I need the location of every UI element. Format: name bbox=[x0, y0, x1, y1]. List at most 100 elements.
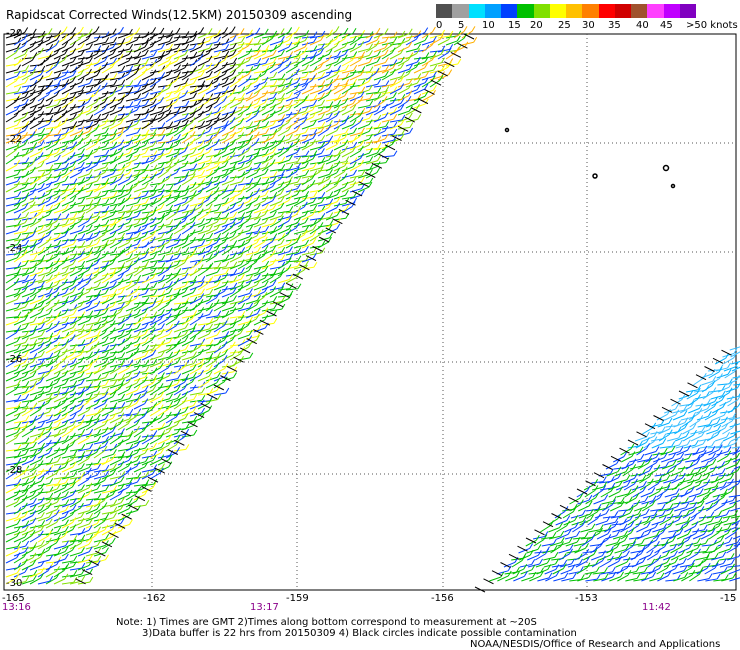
wind-barb bbox=[112, 350, 117, 357]
wind-barb bbox=[208, 70, 213, 77]
wind-barb bbox=[191, 222, 196, 228]
wind-barb bbox=[385, 121, 390, 127]
wind-barb bbox=[136, 153, 141, 160]
wind-barb bbox=[57, 478, 62, 485]
wind-barb bbox=[176, 27, 181, 34]
wind-barb bbox=[213, 59, 225, 67]
wind-barb bbox=[313, 36, 318, 43]
wind-barb bbox=[25, 401, 30, 408]
wind-barb bbox=[241, 155, 245, 161]
wind-barb bbox=[173, 216, 186, 221]
wind-barb bbox=[105, 372, 109, 378]
wind-barb bbox=[216, 70, 221, 77]
wind-barb bbox=[201, 288, 205, 294]
wind-barb bbox=[288, 134, 293, 140]
wind-barb bbox=[201, 394, 206, 401]
wind-barb bbox=[353, 127, 358, 134]
wind-barb bbox=[80, 161, 85, 168]
wind-barb bbox=[264, 203, 269, 210]
wind-barb bbox=[313, 99, 318, 106]
wind-barb bbox=[216, 112, 221, 119]
wind-barb bbox=[176, 134, 181, 140]
wind-barb bbox=[5, 115, 17, 123]
wind-barb bbox=[385, 57, 389, 63]
wind-barb bbox=[153, 50, 158, 57]
wind-barb bbox=[152, 98, 157, 105]
wind-barb bbox=[129, 101, 134, 107]
wind-barb bbox=[121, 65, 126, 72]
wind-barb bbox=[169, 351, 174, 358]
wind-barb bbox=[5, 100, 17, 109]
wind-barb bbox=[377, 50, 381, 56]
wind-barb bbox=[41, 330, 45, 336]
wind-barb bbox=[141, 332, 153, 340]
wind-barb bbox=[384, 133, 389, 140]
wind-barb bbox=[285, 66, 297, 74]
wind-barb bbox=[169, 219, 174, 225]
wind-barb bbox=[81, 197, 86, 204]
wind-barb bbox=[248, 111, 253, 118]
wind-barb bbox=[321, 30, 326, 37]
wind-barb bbox=[57, 72, 62, 78]
wind-barb bbox=[257, 246, 262, 253]
wind-barb bbox=[136, 244, 141, 250]
wind-barb bbox=[55, 292, 60, 298]
wind-barb bbox=[285, 73, 297, 81]
wind-barb bbox=[101, 276, 113, 284]
wind-barb bbox=[25, 157, 30, 163]
wind-barb bbox=[328, 154, 333, 161]
wind-barb bbox=[193, 429, 198, 436]
wind-barb bbox=[397, 100, 409, 109]
wind-barb bbox=[213, 345, 225, 354]
wind-barb bbox=[25, 393, 30, 400]
wind-barb bbox=[296, 189, 301, 195]
wind-barb bbox=[161, 129, 166, 135]
wind-barb bbox=[321, 71, 326, 78]
wind-barb bbox=[229, 65, 241, 74]
wind-barb bbox=[88, 224, 93, 231]
wind-barb bbox=[352, 28, 357, 34]
wind-barb bbox=[272, 104, 277, 110]
wind-barb bbox=[369, 100, 374, 106]
wind-barb bbox=[105, 379, 110, 386]
wind-barb bbox=[168, 420, 173, 426]
wind-barb bbox=[301, 178, 313, 186]
wind-barb bbox=[85, 346, 97, 354]
wind-barb bbox=[25, 212, 30, 218]
wind-barb bbox=[167, 411, 172, 418]
wind-barb bbox=[72, 419, 77, 426]
wind-barb bbox=[160, 189, 165, 195]
wind-barb bbox=[65, 219, 70, 225]
wind-barb bbox=[129, 393, 133, 399]
wind-barb bbox=[249, 177, 254, 184]
wind-barb bbox=[257, 226, 262, 232]
wind-barb bbox=[137, 197, 141, 204]
wind-barb bbox=[161, 262, 166, 268]
wind-barb bbox=[313, 204, 318, 211]
wind-barb bbox=[64, 238, 69, 245]
wind-barb bbox=[89, 310, 94, 317]
wind-barb bbox=[21, 164, 33, 172]
wind-barb bbox=[280, 28, 285, 34]
wind-barb bbox=[193, 163, 198, 170]
wind-barb bbox=[65, 64, 69, 70]
wind-barb bbox=[105, 37, 110, 43]
wind-barb bbox=[168, 287, 173, 294]
wind-barb bbox=[245, 335, 258, 340]
wind-barb bbox=[129, 408, 134, 415]
wind-barb bbox=[193, 358, 197, 364]
wind-barb bbox=[233, 372, 237, 378]
wind-barb bbox=[165, 114, 177, 123]
wind-barb bbox=[173, 366, 185, 375]
wind-barb bbox=[295, 26, 300, 33]
wind-barb bbox=[176, 167, 181, 173]
wind-barb bbox=[185, 344, 189, 350]
wind-barb bbox=[181, 178, 193, 186]
wind-barb bbox=[305, 239, 310, 246]
wind-barb bbox=[73, 178, 78, 184]
wind-barb bbox=[369, 50, 373, 56]
wind-barb bbox=[136, 377, 141, 384]
wind-barb bbox=[377, 122, 382, 128]
wind-barb bbox=[217, 156, 222, 162]
wind-barb bbox=[184, 280, 189, 287]
